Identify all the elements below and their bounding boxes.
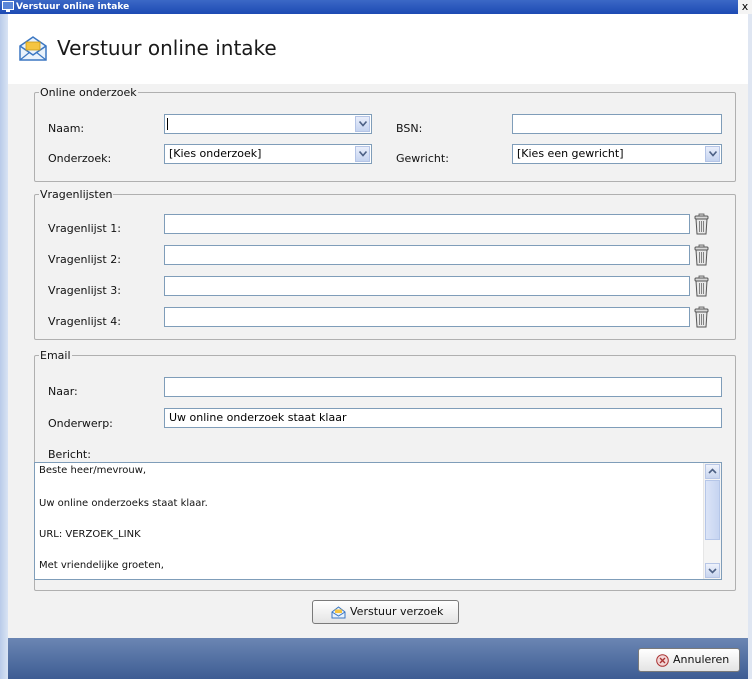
scroll-up-icon[interactable] [705, 464, 720, 479]
window-right-border [748, 14, 752, 679]
vragenlijst-label: Vragenlijst 2: [48, 253, 121, 266]
scrollbar-thumb[interactable] [705, 480, 720, 540]
dialog-footer: Annuleren [8, 638, 748, 679]
annuleren-label: Annuleren [673, 653, 730, 666]
page-title: Verstuur online intake [57, 36, 277, 60]
naar-label: Naar: [48, 385, 78, 398]
onderwerp-label: Onderwerp: [48, 417, 113, 430]
vragenlijst-label: Vragenlijst 1: [48, 222, 121, 235]
email-legend: Email [40, 349, 71, 362]
vragenlijst-input[interactable] [164, 276, 690, 296]
envelope-icon [19, 36, 47, 61]
bericht-textarea[interactable]: Beste heer/mevrouw, Uw online onderzoeks… [34, 462, 722, 580]
text-cursor [167, 118, 168, 130]
bsn-field[interactable] [512, 114, 722, 134]
chevron-down-icon[interactable] [705, 146, 720, 162]
naam-dropdown[interactable] [164, 114, 372, 134]
trash-icon[interactable] [693, 213, 710, 235]
annuleren-button[interactable]: Annuleren [638, 648, 740, 672]
monitor-icon [2, 1, 14, 12]
bericht-line: Uw online onderzoeks staat klaar. [39, 498, 208, 509]
vragenlijst-label: Vragenlijst 4: [48, 315, 121, 328]
dialog-content: Online onderzoek Naam: BSN: Onderzoek: [… [20, 84, 748, 638]
bericht-line: Met vriendelijke groeten, [39, 560, 164, 571]
close-icon[interactable]: x [738, 0, 752, 14]
gewricht-label: Gewricht: [396, 152, 449, 165]
bericht-scrollbar[interactable] [703, 463, 721, 579]
chevron-down-icon[interactable] [355, 116, 370, 132]
envelope-icon [331, 606, 346, 619]
window-title: Verstuur online intake [16, 2, 130, 12]
onderzoek-dropdown[interactable]: [Kies onderzoek] [164, 144, 372, 164]
cancel-icon [656, 654, 669, 667]
chevron-down-icon[interactable] [355, 146, 370, 162]
trash-icon[interactable] [693, 244, 710, 266]
bsn-label: BSN: [396, 122, 423, 135]
bericht-label: Bericht: [48, 448, 91, 461]
online-onderzoek-group: Online onderzoek [34, 86, 736, 182]
window-titlebar: Verstuur online intake x [0, 0, 752, 14]
trash-icon[interactable] [693, 275, 710, 297]
vragenlijst-label: Vragenlijst 3: [48, 284, 121, 297]
scroll-down-icon[interactable] [705, 563, 720, 578]
gewricht-dropdown[interactable]: [Kies een gewricht] [512, 144, 722, 164]
dialog-header: Verstuur online intake [8, 14, 748, 84]
vragenlijsten-legend: Vragenlijsten [40, 188, 113, 201]
verstuur-verzoek-label: Verstuur verzoek [350, 605, 444, 618]
vragenlijst-input[interactable] [164, 214, 690, 234]
vragenlijst-input[interactable] [164, 245, 690, 265]
window-left-border [0, 14, 8, 679]
onderwerp-field[interactable]: Uw online onderzoek staat klaar [164, 408, 722, 428]
online-onderzoek-legend: Online onderzoek [40, 86, 137, 99]
verstuur-verzoek-button[interactable]: Verstuur verzoek [312, 600, 459, 624]
onderzoek-label: Onderzoek: [48, 152, 112, 165]
trash-icon[interactable] [693, 306, 710, 328]
naar-field[interactable] [164, 377, 722, 397]
bericht-line: URL: VERZOEK_LINK [39, 529, 141, 540]
naam-label: Naam: [48, 122, 85, 135]
vragenlijst-input[interactable] [164, 307, 690, 327]
bericht-line: Beste heer/mevrouw, [39, 465, 147, 476]
